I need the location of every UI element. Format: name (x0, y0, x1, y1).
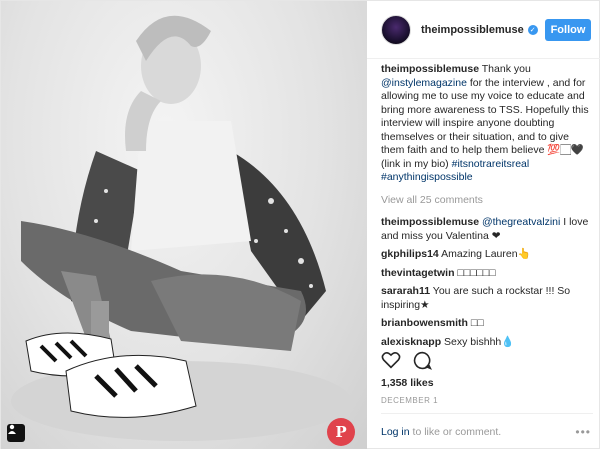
verified-badge-icon: ✓ (527, 24, 538, 35)
follow-button[interactable]: Follow (545, 18, 591, 41)
comment-text: □□ (467, 317, 484, 329)
comment-username[interactable]: sararah11 (381, 285, 430, 297)
caption-text: Thank you (479, 63, 531, 75)
photo-illustration (11, 15, 351, 441)
mention-link[interactable]: @instylemagazine (381, 77, 467, 89)
like-count[interactable]: 1,358 likes (381, 377, 434, 389)
comment: brianbowensmith □□ (381, 317, 593, 331)
comment: thevintagetwin □□□□□□ (381, 267, 593, 281)
post-header: theimpossiblemuse ✓ Follow (367, 1, 600, 59)
divider (381, 413, 593, 414)
comment-username[interactable]: thevintagetwin (381, 267, 455, 279)
pinterest-icon: P (335, 423, 347, 441)
comment: alexisknapp Sexy bishhh💧 (381, 336, 593, 350)
caption-emoji: 💯🏻🖤 (547, 144, 585, 156)
post-date: DECEMBER 1 (381, 396, 439, 405)
post-details-panel: theimpossiblemuse ✓ Follow theimpossible… (367, 1, 600, 449)
post-photo[interactable]: P (1, 1, 367, 449)
instagram-post: P theimpossiblemuse ✓ Follow theimpossib… (0, 0, 600, 449)
comment-username[interactable]: alexisknapp (381, 336, 441, 348)
comments-list: theimpossiblemuse Thank you @instylemaga… (381, 63, 593, 354)
hashtag-link[interactable]: #itsnotrareitsreal (452, 158, 530, 170)
comment-username[interactable]: gkphilips14 (381, 248, 439, 260)
pinterest-save-button[interactable]: P (327, 418, 355, 446)
avatar[interactable] (381, 14, 411, 45)
comment-text: Sexy bishhh💧 (441, 335, 515, 348)
comment-text: Amazing Lauren👆 (438, 248, 531, 260)
heart-icon (381, 352, 401, 369)
profile-username[interactable]: theimpossiblemuse (421, 24, 524, 36)
comment-text: □□□□□□ (454, 266, 496, 279)
comment-username[interactable]: brianbowensmith (381, 317, 468, 329)
comment-username[interactable]: theimpossiblemuse (381, 216, 479, 228)
caption: theimpossiblemuse Thank you @instylemaga… (381, 63, 593, 185)
user-tag-button[interactable] (7, 424, 25, 442)
like-button[interactable] (381, 351, 401, 375)
comment-icon (413, 351, 433, 370)
caption-text: (link in my bio) (381, 157, 452, 170)
mention-link[interactable]: @thegreatvalzini (482, 216, 560, 228)
caption-username[interactable]: theimpossiblemuse (381, 63, 479, 75)
user-tag-icon (8, 424, 16, 434)
hashtag-link[interactable]: #anythingispossible (381, 171, 473, 183)
comment: gkphilips14 Amazing Lauren👆 (381, 248, 593, 262)
post-actions (381, 351, 433, 375)
more-options-icon[interactable]: ••• (575, 425, 591, 439)
comment-button[interactable] (413, 351, 433, 375)
login-prompt: Log in to like or comment. (381, 426, 593, 438)
comment: theimpossiblemuse @thegreatvalzini I lov… (381, 216, 593, 243)
view-all-comments-link[interactable]: View all 25 comments (381, 194, 593, 208)
comment: sararah11 You are such a rockstar !!! So… (381, 285, 593, 312)
login-prompt-text: to like or comment. (409, 426, 502, 438)
login-link[interactable]: Log in (381, 426, 410, 438)
